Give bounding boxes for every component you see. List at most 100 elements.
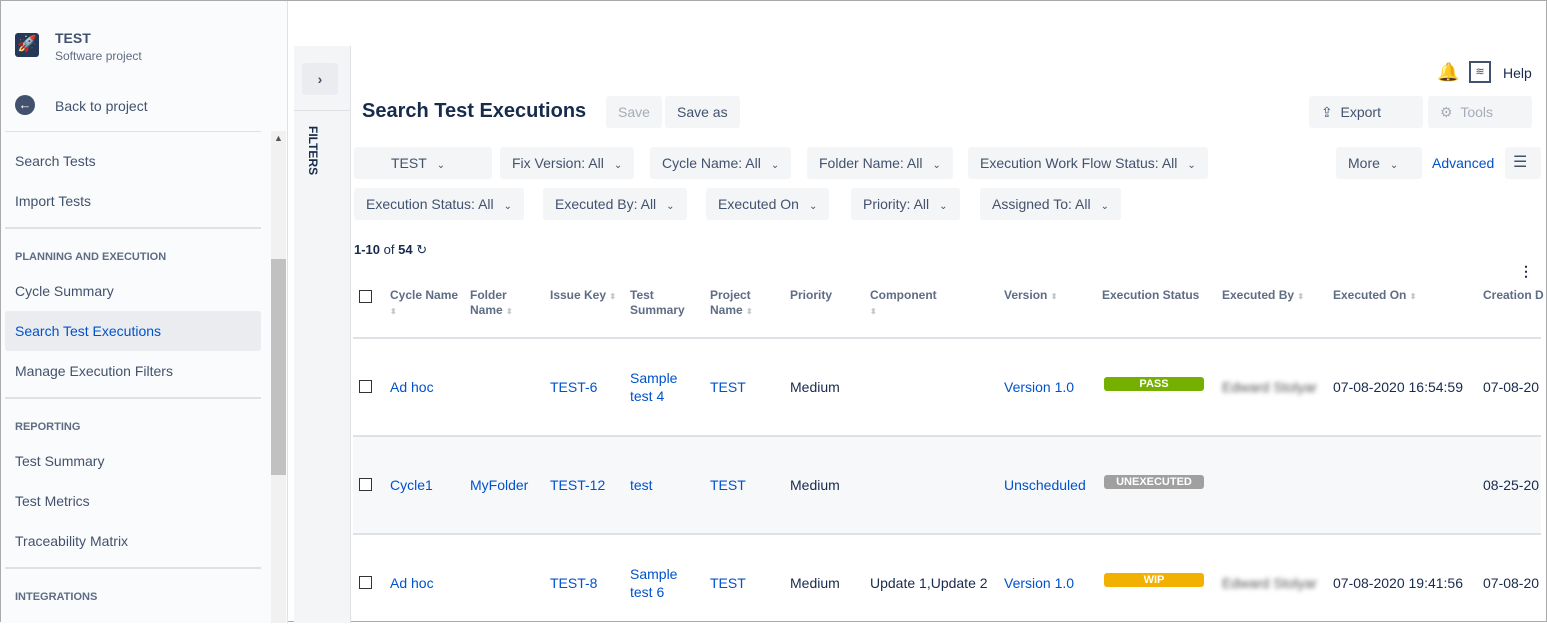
- status-badge: WIP: [1104, 573, 1204, 587]
- filter-cycle-name[interactable]: Cycle Name: All ⌄: [650, 147, 792, 179]
- cell-summary[interactable]: Sample test 4: [630, 369, 690, 405]
- column-header[interactable]: Creation D: [1483, 288, 1544, 303]
- column-header[interactable]: Cycle Name ⬍: [390, 288, 460, 319]
- sort-icon: ⬍: [870, 307, 877, 316]
- sidebar-item-search-tests[interactable]: Search Tests: [5, 141, 261, 181]
- sort-icon: ⬍: [1409, 292, 1417, 301]
- cell-key[interactable]: TEST-6: [550, 378, 597, 396]
- cell-project[interactable]: TEST: [710, 476, 746, 494]
- status-badge: UNEXECUTED: [1104, 475, 1204, 489]
- cell-executed-on: 07-08-2020 19:41:56: [1333, 575, 1463, 591]
- sidebar: 🚀 TEST Software project ← Back to projec…: [1, 1, 288, 623]
- table-row[interactable]: [353, 435, 1541, 533]
- filter-workflow-status[interactable]: Execution Work Flow Status: All ⌄: [968, 147, 1208, 179]
- cell-priority: Medium: [790, 379, 840, 395]
- project-logo-rocket-icon: 🚀: [15, 33, 39, 57]
- filter-priority[interactable]: Priority: All ⌄: [851, 188, 960, 220]
- filter-executed-by[interactable]: Executed By: All ⌄: [543, 188, 687, 220]
- sidebar-item-cycle-summary[interactable]: Cycle Summary: [5, 271, 261, 311]
- cell-folder[interactable]: MyFolder: [470, 476, 528, 494]
- sort-icon: ⬍: [1297, 292, 1305, 301]
- filter-execution-status[interactable]: Execution Status: All ⌄: [354, 188, 525, 220]
- row-checkbox[interactable]: [359, 478, 372, 491]
- advanced-link[interactable]: Advanced: [1432, 155, 1494, 171]
- project-type: Software project: [55, 49, 142, 63]
- sidebar-item-test-summary[interactable]: Test Summary: [5, 441, 261, 481]
- select-all-checkbox[interactable]: [359, 290, 372, 303]
- row-checkbox[interactable]: [359, 576, 372, 589]
- filter-folder-name[interactable]: Folder Name: All ⌄: [807, 147, 953, 179]
- column-header[interactable]: Executed By ⬍: [1222, 288, 1304, 304]
- cell-key[interactable]: TEST-8: [550, 574, 597, 592]
- column-header[interactable]: Test Summary: [630, 288, 700, 318]
- export-icon: ⇪: [1321, 104, 1333, 120]
- sidebar-item-search-test-executions[interactable]: Search Test Executions: [5, 311, 261, 351]
- back-to-project-link[interactable]: Back to project: [55, 98, 148, 114]
- column-header[interactable]: Executed On ⬍: [1333, 288, 1416, 304]
- zephyr-icon[interactable]: ≋: [1469, 61, 1491, 83]
- cell-created: 08-25-20: [1483, 477, 1540, 493]
- tools-button[interactable]: ⚙ Tools: [1428, 96, 1532, 128]
- column-header[interactable]: Folder Name ⬍: [470, 288, 540, 319]
- cell-version[interactable]: Unscheduled: [1004, 476, 1086, 494]
- section-planning: PLANNING AND EXECUTION: [15, 251, 167, 263]
- cell-component: Update 1,Update 2: [870, 575, 988, 591]
- filters-label: FILTERS: [306, 126, 320, 176]
- help-link[interactable]: Help: [1503, 65, 1532, 81]
- project-name: TEST: [55, 30, 91, 46]
- section-reporting: REPORTING: [15, 421, 81, 433]
- filter-project[interactable]: TEST ⌄: [354, 147, 492, 179]
- sidebar-scrollbar[interactable]: ▲: [271, 131, 286, 623]
- save-button[interactable]: Save: [606, 96, 662, 128]
- column-header[interactable]: Component ⬍: [870, 288, 940, 319]
- cell-created: 07-08-20: [1483, 379, 1540, 395]
- filter-assigned-to[interactable]: Assigned To: All ⌄: [980, 188, 1121, 220]
- cell-priority: Medium: [790, 575, 840, 591]
- save-as-button[interactable]: Save as: [665, 96, 740, 128]
- sort-icon: ⬍: [390, 307, 397, 316]
- filter-executed-on[interactable]: Executed On ⌄: [706, 188, 830, 220]
- cell-executed-on: 07-08-2020 16:54:59: [1333, 379, 1463, 395]
- sort-icon: ⬍: [609, 292, 617, 301]
- cell-created: 07-08-20: [1483, 575, 1540, 591]
- sidebar-item-test-metrics[interactable]: Test Metrics: [5, 481, 261, 521]
- export-button[interactable]: ⇪ Export: [1309, 96, 1423, 128]
- back-arrow-icon[interactable]: ←: [15, 95, 35, 115]
- sort-icon: ⬍: [506, 307, 513, 316]
- cell-cycle[interactable]: Ad hoc: [390, 378, 434, 396]
- column-header[interactable]: Version ⬍: [1004, 288, 1057, 304]
- status-badge: PASS: [1104, 377, 1204, 391]
- cell-project[interactable]: TEST: [710, 574, 746, 592]
- row-checkbox[interactable]: [359, 380, 372, 393]
- expand-filters-chevron-icon[interactable]: ›: [302, 63, 338, 95]
- sidebar-item-import-tests[interactable]: Import Tests: [5, 181, 261, 221]
- more-options-icon[interactable]: ⋮: [1519, 263, 1533, 280]
- cell-cycle[interactable]: Ad hoc: [390, 574, 434, 592]
- filters-panel: › FILTERS: [294, 46, 351, 623]
- cell-executed-by: Edward Stolyar: [1222, 379, 1317, 395]
- cell-executed-by: Edward Stolyar: [1222, 575, 1317, 591]
- cell-version[interactable]: Version 1.0: [1004, 378, 1074, 396]
- sort-icon: ⬍: [1050, 292, 1058, 301]
- cell-summary[interactable]: Sample test 6: [630, 565, 690, 601]
- column-header[interactable]: Issue Key ⬍: [550, 288, 616, 304]
- refresh-icon[interactable]: ↻: [416, 242, 427, 257]
- cell-version[interactable]: Version 1.0: [1004, 574, 1074, 592]
- section-integrations: INTEGRATIONS: [15, 591, 98, 603]
- sidebar-item-manage-execution-filters[interactable]: Manage Execution Filters: [5, 351, 261, 391]
- sidebar-item-traceability-matrix[interactable]: Traceability Matrix: [5, 521, 261, 561]
- more-filters-button[interactable]: More ⌄: [1336, 147, 1422, 179]
- column-header[interactable]: Project Name ⬍: [710, 288, 780, 319]
- cell-summary[interactable]: test: [630, 476, 653, 494]
- column-header[interactable]: Execution Status: [1102, 288, 1199, 303]
- cell-key[interactable]: TEST-12: [550, 476, 605, 494]
- filter-fix-version[interactable]: Fix Version: All ⌄: [500, 147, 635, 179]
- sort-icon: ⬍: [746, 307, 753, 316]
- column-header[interactable]: Priority: [790, 288, 832, 303]
- bell-icon[interactable]: 🔔: [1437, 62, 1459, 83]
- column-layout-icon[interactable]: ☰: [1505, 147, 1541, 179]
- cell-cycle[interactable]: Cycle1: [390, 476, 433, 494]
- cell-project[interactable]: TEST: [710, 378, 746, 396]
- gear-icon: ⚙: [1440, 104, 1453, 120]
- pagination-info: 1-10 of 54 ↻: [354, 242, 428, 257]
